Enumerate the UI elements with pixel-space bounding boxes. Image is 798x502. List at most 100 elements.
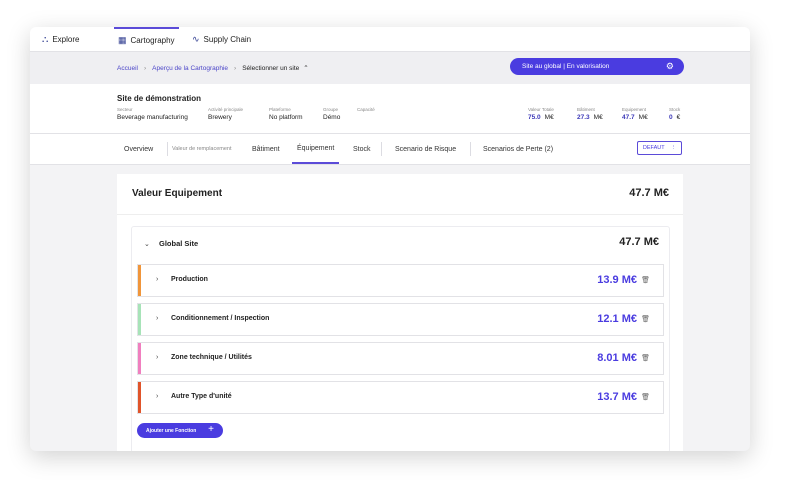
row-value: 12.1 M€ — [597, 313, 637, 325]
row-label: Zone technique / Utilités — [171, 354, 252, 361]
kpi-value: 47.7 — [622, 114, 635, 121]
nav-cartography[interactable]: ▦ Cartography — [114, 27, 179, 51]
function-row-zone-technique[interactable]: › Zone technique / Utilités 8.01 M€ 🗑 — [137, 342, 664, 375]
row-value: 13.7 M€ — [597, 391, 637, 403]
function-row-autre[interactable]: › Autre Type d'unité 13.7 M€ 🗑 — [137, 381, 664, 414]
chevron-right-icon[interactable]: › — [156, 276, 158, 283]
kpi-equipement: Equipement 47.7 M€ — [622, 107, 648, 121]
field-activite: Activité principale Brewery — [208, 107, 243, 121]
function-row-conditionnement[interactable]: › Conditionnement / Inspection 12.1 M€ 🗑 — [137, 303, 664, 336]
plus-icon: + — [208, 424, 214, 435]
chevron-right-icon[interactable]: › — [156, 393, 158, 400]
kpi-value: 75.0 — [528, 114, 541, 121]
breadcrumb-current[interactable]: Sélectionner un site — [242, 65, 299, 72]
add-function-button[interactable]: Ajouter une Fonction + — [137, 423, 223, 438]
add-function-label: Ajouter une Fonction — [146, 427, 197, 434]
breadcrumb-bar: Accueil › Aperçu de la Cartographie › Sé… — [30, 52, 750, 85]
nav-supply-chain-label: Supply Chain — [203, 34, 252, 44]
more-vertical-icon: ⋮ — [670, 145, 677, 151]
divider — [470, 142, 471, 156]
kpi-label: Stock — [669, 107, 681, 112]
row-color-bar — [138, 265, 141, 296]
tab-scenario-risque[interactable]: Scenario de Risque — [395, 134, 456, 164]
top-navigation: ⛬ Explore ▦ Cartography ∿ Supply Chain — [30, 27, 750, 52]
kpi-unit: M€ — [638, 114, 648, 121]
field-value: No platform — [269, 114, 303, 121]
tab-scenarios-perte[interactable]: Scenarios de Perte (2) — [483, 134, 553, 164]
field-groupe: Groupe Démo — [323, 107, 340, 121]
row-color-bar — [138, 343, 141, 374]
field-value: Brewery — [208, 114, 232, 121]
breadcrumb-overview[interactable]: Aperçu de la Cartographie — [152, 65, 228, 72]
kpi-batiment: Bâtiment 27.3 M€ — [577, 107, 603, 121]
trash-icon[interactable]: 🗑 — [641, 354, 650, 362]
row-value: 8.01 M€ — [597, 352, 637, 364]
global-site-value: 47.7 M€ — [619, 236, 659, 248]
kpi-unit: € — [676, 114, 681, 121]
divider — [381, 142, 382, 156]
tab-overview[interactable]: Overview — [124, 134, 153, 164]
site-info-bar: Site de démonstration Secteur Beverage m… — [30, 84, 750, 134]
kpi-value: 0 — [669, 114, 673, 121]
gear-icon[interactable]: ⚙ — [666, 61, 674, 72]
chevron-right-icon: › — [234, 64, 237, 72]
tab-equipement[interactable]: Équipement — [292, 134, 340, 164]
trash-icon[interactable]: 🗑 — [641, 276, 650, 284]
breadcrumb-home[interactable]: Accueil — [117, 65, 138, 72]
card-title: Valeur Equipement — [132, 188, 223, 199]
row-color-bar — [138, 382, 141, 413]
site-title: Site de démonstration — [117, 94, 202, 103]
card-header: Valeur Equipement 47.7 M€ — [117, 174, 683, 215]
row-label: Autre Type d'unité — [171, 393, 232, 400]
field-label: Plateforme — [269, 107, 291, 112]
chevron-right-icon[interactable]: › — [156, 315, 158, 322]
kpi-label: Valeur Totale — [528, 107, 554, 112]
chevron-down-icon[interactable]: ⌄ — [144, 240, 150, 248]
kpi-unit: M€ — [544, 114, 554, 121]
function-row-production[interactable]: › Production 13.9 M€ 🗑 — [137, 264, 664, 297]
kpi-valeur-totale: Valeur Totale 75.0 M€ — [528, 107, 554, 121]
replacement-value-label: Valeur de remplacement — [172, 146, 232, 152]
nav-cartography-label: Cartography — [130, 35, 175, 45]
divider — [167, 142, 168, 156]
kpi-unit: M€ — [593, 114, 603, 121]
field-label: Activité principale — [208, 107, 244, 112]
site-scope-label: Site au global | En valorisation — [522, 63, 610, 70]
breadcrumb: Accueil › Aperçu de la Cartographie › Sé… — [117, 52, 309, 84]
supply-chain-icon: ∿ — [192, 33, 200, 44]
field-label: Capacité — [357, 107, 375, 112]
field-value: Démo — [323, 114, 341, 121]
card-total-value: 47.7 M€ — [629, 187, 669, 199]
kpi-label: Bâtiment — [577, 107, 595, 112]
field-label: Secteur — [117, 107, 133, 112]
global-site-header[interactable]: ⌄ Global Site 47.7 M€ — [132, 227, 669, 263]
chevron-right-icon: › — [143, 64, 147, 72]
nav-explore-label: Explore — [52, 34, 80, 44]
chevron-up-icon[interactable]: ⌃ — [303, 64, 308, 72]
app-window: ⛬ Explore ▦ Cartography ∿ Supply Chain A… — [30, 27, 750, 451]
row-color-bar — [138, 304, 141, 335]
tab-batiment[interactable]: Bâtiment — [252, 134, 280, 164]
chevron-right-icon[interactable]: › — [156, 354, 158, 361]
field-value: Beverage manufacturing — [117, 114, 188, 121]
field-secteur: Secteur Beverage manufacturing — [117, 107, 188, 121]
default-button-label: DEFAUT — [642, 145, 665, 151]
kpi-stock: Stock 0 € — [669, 107, 680, 121]
tab-bar: Overview Valeur de remplacement Bâtiment… — [30, 134, 750, 165]
field-capacite: Capacité — [357, 107, 375, 114]
kpi-value: 27.3 — [577, 114, 590, 121]
trash-icon[interactable]: 🗑 — [641, 315, 650, 323]
explore-icon: ⛬ — [42, 33, 49, 44]
nav-explore[interactable]: ⛬ Explore — [42, 27, 79, 51]
nav-supply-chain[interactable]: ∿ Supply Chain — [192, 27, 251, 51]
global-site-panel: ⌄ Global Site 47.7 M€ › Production 13.9 … — [131, 226, 670, 451]
row-label: Conditionnement / Inspection — [171, 315, 270, 322]
row-value: 13.9 M€ — [597, 274, 637, 286]
default-button[interactable]: DEFAUT ⋮ — [637, 141, 682, 155]
site-scope-button[interactable]: Site au global | En valorisation ⚙ — [510, 58, 684, 75]
kpi-label: Equipement — [622, 107, 647, 112]
global-site-label: Global Site — [159, 239, 199, 248]
trash-icon[interactable]: 🗑 — [641, 393, 650, 401]
tab-stock[interactable]: Stock — [353, 134, 371, 164]
field-label: Groupe — [323, 107, 339, 112]
